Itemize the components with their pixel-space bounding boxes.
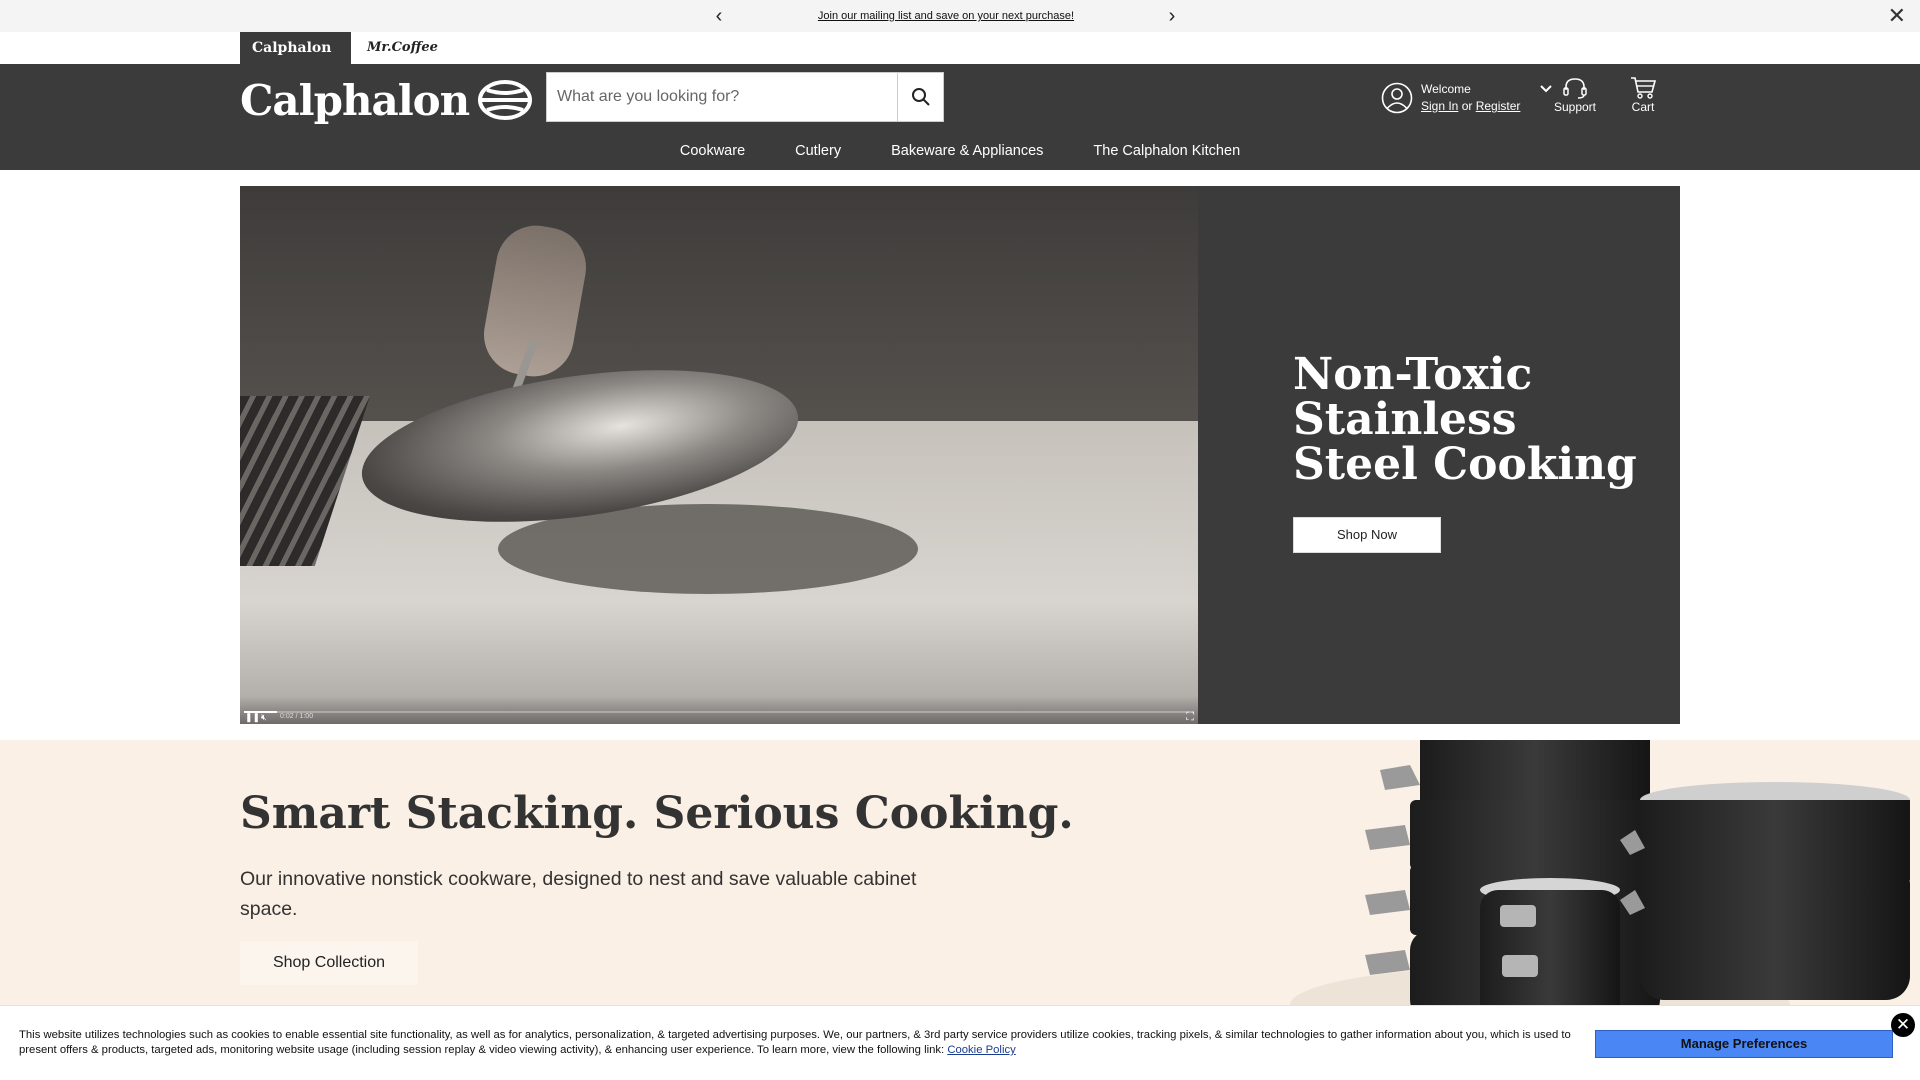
hero-panel: Non-Toxic Stainless Steel Cooking Shop N… bbox=[1198, 186, 1680, 724]
cookie-text-block: This website utilizes technologies such … bbox=[19, 1028, 1579, 1058]
pause-icon[interactable]: ❚❚ bbox=[245, 712, 260, 722]
support-label: Support bbox=[1553, 100, 1597, 114]
promo-message-link[interactable]: Join our mailing list and save on your n… bbox=[780, 10, 1112, 22]
calphalon-mark-icon bbox=[478, 80, 533, 120]
fullscreen-icon[interactable]: ⛶ bbox=[1186, 712, 1194, 723]
hero-title: Non-Toxic Stainless Steel Cooking bbox=[1293, 349, 1637, 490]
hero-video[interactable]: ❚❚ 🔇︎ 0:02 / 1:00 ⛶ bbox=[240, 186, 1198, 724]
nav-item-cutlery[interactable]: Cutlery bbox=[795, 140, 841, 170]
cookie-policy-link[interactable]: Cookie Policy bbox=[947, 1044, 1015, 1056]
manage-preferences-button[interactable]: Manage Preferences bbox=[1595, 1030, 1893, 1058]
search-bar bbox=[546, 72, 944, 122]
search-input[interactable] bbox=[546, 72, 897, 122]
video-time: 0:02 / 1:00 bbox=[280, 713, 314, 720]
user-icon bbox=[1381, 82, 1413, 114]
support-link[interactable]: Support bbox=[1550, 76, 1600, 114]
hero-banner: ❚❚ 🔇︎ 0:02 / 1:00 ⛶ Non-Toxic Stainless … bbox=[240, 186, 1680, 724]
main-nav: Cookware Cutlery Bakeware & Appliances T… bbox=[0, 140, 1920, 170]
video-controls: ❚❚ 🔇︎ 0:02 / 1:00 ⛶ bbox=[240, 696, 1198, 724]
close-icon[interactable]: ✕ bbox=[1888, 4, 1906, 28]
nav-item-bakeware-appliances[interactable]: Bakeware & Appliances bbox=[891, 140, 1043, 170]
promo-bar: ‹ Join our mailing list and save on your… bbox=[0, 0, 1920, 32]
cookie-banner: This website utilizes technologies such … bbox=[0, 1005, 1920, 1080]
search-icon bbox=[911, 88, 930, 106]
close-icon[interactable]: ✕ bbox=[1891, 1013, 1915, 1037]
cart-link[interactable]: Cart bbox=[1627, 76, 1659, 114]
brand-tab-label: Calphalon bbox=[252, 40, 332, 56]
video-progress-bar[interactable] bbox=[244, 711, 1194, 713]
welcome-label: Welcome bbox=[1421, 82, 1471, 96]
brand-tab-mrcoffee[interactable]: Mr.Coffee bbox=[355, 32, 450, 64]
register-link[interactable]: Register bbox=[1476, 99, 1521, 113]
shop-now-button[interactable]: Shop Now bbox=[1293, 517, 1441, 553]
nav-item-calphalon-kitchen[interactable]: The Calphalon Kitchen bbox=[1093, 140, 1240, 170]
cookie-message: This website utilizes technologies such … bbox=[19, 1029, 1571, 1056]
search-button[interactable] bbox=[897, 72, 944, 122]
brand-tabs: Calphalon Mr.Coffee bbox=[0, 32, 1920, 86]
or-label: or bbox=[1461, 99, 1473, 113]
stacking-title: Smart Stacking. Serious Cooking. bbox=[240, 788, 1074, 839]
cart-label: Cart bbox=[1631, 100, 1655, 114]
chevron-left-icon[interactable]: ‹ bbox=[707, 4, 731, 28]
stacking-description: Our innovative nonstick cookware, design… bbox=[240, 868, 917, 920]
mute-icon[interactable]: 🔇︎ bbox=[261, 712, 267, 722]
site-logo[interactable]: Calphalon bbox=[240, 74, 533, 126]
chevron-right-icon[interactable]: › bbox=[1160, 4, 1184, 28]
cart-icon bbox=[1631, 77, 1656, 99]
logo-text: Calphalon bbox=[240, 75, 470, 125]
account-menu[interactable]: Welcome Sign In or Register bbox=[1381, 78, 1553, 118]
headset-icon bbox=[1563, 78, 1587, 99]
site-header: Calphalon Welcome Sign In or bbox=[0, 64, 1920, 170]
brand-tab-calphalon[interactable]: Calphalon bbox=[240, 32, 351, 86]
nav-item-cookware[interactable]: Cookware bbox=[680, 140, 745, 170]
sign-in-link[interactable]: Sign In bbox=[1421, 99, 1458, 113]
shop-collection-button[interactable]: Shop Collection bbox=[240, 941, 418, 985]
